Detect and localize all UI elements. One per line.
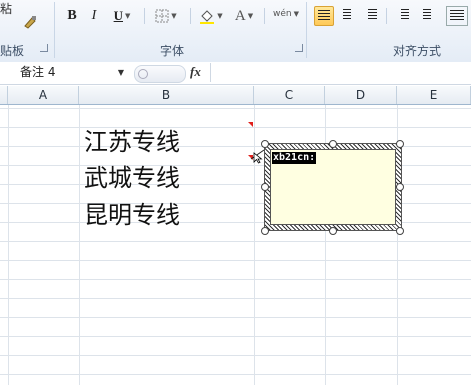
paste-label[interactable]: 粘 — [0, 0, 12, 17]
cell-b-text[interactable]: 昆明专线 — [84, 200, 180, 230]
cell-b-text[interactable]: 武城专线 — [84, 163, 180, 193]
column-header-a[interactable]: A — [8, 86, 79, 104]
underline-label: U — [113, 8, 123, 23]
name-box-value: 备注 4 — [20, 65, 56, 79]
separator — [386, 8, 387, 24]
merge-cells-button[interactable] — [446, 6, 468, 26]
chevron-down-icon: ▼ — [125, 12, 131, 20]
format-painter-icon[interactable] — [22, 14, 38, 33]
align-right-button[interactable] — [362, 6, 380, 24]
resize-handle[interactable] — [329, 140, 337, 148]
merge-cells-icon — [450, 10, 464, 22]
align-center-button[interactable] — [338, 6, 356, 24]
align-right-icon — [368, 9, 377, 21]
chevron-down-icon: ▼ — [293, 10, 299, 18]
resize-handle[interactable] — [329, 227, 337, 235]
resize-handle[interactable] — [261, 183, 269, 191]
phonetic-button[interactable]: wén ▼ — [270, 4, 302, 24]
font-color-button[interactable]: A ▼ — [230, 6, 258, 26]
font-launcher-icon[interactable] — [295, 44, 303, 52]
decrease-indent-icon — [401, 9, 409, 21]
font-color-label: A — [234, 7, 246, 24]
chevron-down-icon: ▼ — [217, 12, 223, 20]
align-center-icon — [343, 9, 351, 21]
column-header-d[interactable]: D — [325, 86, 397, 104]
borders-button[interactable]: ▼ — [150, 6, 182, 26]
chevron-down-icon: ▼ — [247, 12, 254, 20]
separator — [190, 8, 191, 24]
align-left-button[interactable] — [314, 6, 334, 26]
formula-splitter[interactable] — [134, 65, 186, 83]
splitter-knob-icon — [138, 69, 148, 79]
chevron-down-icon: ▼ — [171, 12, 177, 20]
mouse-pointer-icon — [253, 152, 263, 164]
resize-handle[interactable] — [396, 227, 404, 235]
borders-icon — [155, 9, 169, 23]
italic-button[interactable]: I — [86, 6, 102, 26]
paint-bucket-icon — [200, 10, 215, 24]
phonetic-label: wén — [273, 9, 292, 19]
formula-input[interactable] — [210, 63, 471, 82]
clipboard-group-label: 贴板 — [0, 44, 25, 58]
resize-handle[interactable] — [396, 140, 404, 148]
comment-frame[interactable]: xb21cn: — [264, 143, 402, 231]
bold-button[interactable]: B — [64, 6, 80, 26]
formula-bar: 备注 4 ▼ fx — [0, 62, 471, 85]
select-all-corner[interactable] — [0, 86, 8, 104]
cell-b-text[interactable]: 江苏专线 — [84, 127, 180, 157]
underline-button[interactable]: U ▼ — [108, 6, 136, 26]
column-header-b[interactable]: B — [79, 86, 254, 104]
font-group-label: 字体 — [160, 44, 185, 58]
increase-indent-button[interactable] — [416, 6, 434, 24]
grid-line — [79, 105, 80, 385]
grid-line — [8, 105, 9, 385]
resize-handle[interactable] — [261, 227, 269, 235]
group-divider — [306, 2, 307, 58]
ribbon: 粘 贴板 B I U ▼ ▼ ▼ A ▼ wén ▼ 字体 对齐方式 — [0, 0, 471, 63]
group-divider — [54, 2, 55, 58]
insert-function-icon[interactable]: fx — [190, 64, 201, 80]
increase-indent-icon — [423, 9, 431, 21]
comment-box[interactable]: xb21cn: — [270, 149, 396, 225]
clipboard-launcher-icon[interactable] — [40, 44, 48, 52]
alignment-group-label: 对齐方式 — [393, 44, 442, 58]
separator — [144, 8, 145, 24]
fill-color-button[interactable]: ▼ — [196, 6, 226, 26]
comment-indicator — [248, 122, 253, 127]
separator — [264, 8, 265, 24]
grid-line — [254, 105, 255, 385]
comment-author: xb21cn: — [272, 152, 317, 164]
name-box[interactable]: 备注 4 ▼ — [6, 64, 128, 81]
decrease-indent-button[interactable] — [394, 6, 412, 24]
column-header-e[interactable]: E — [397, 86, 471, 104]
resize-handle[interactable] — [261, 140, 269, 148]
column-header-row: A B C D E — [0, 86, 471, 105]
chevron-down-icon[interactable]: ▼ — [118, 64, 124, 81]
resize-handle[interactable] — [396, 183, 404, 191]
column-header-c[interactable]: C — [254, 86, 325, 104]
align-left-icon — [318, 10, 330, 22]
